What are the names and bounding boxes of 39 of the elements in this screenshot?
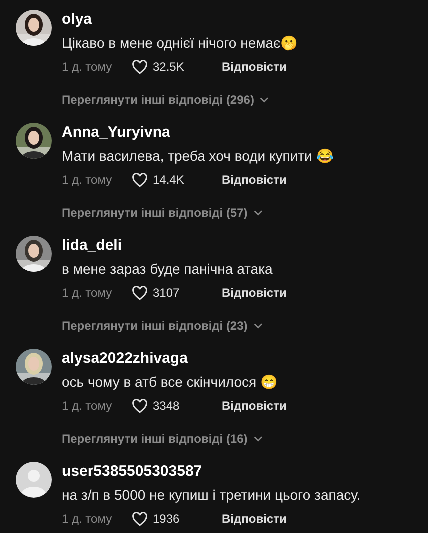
view-replies-link[interactable]: Переглянути інші відповіді (23): [62, 318, 248, 334]
heart-icon[interactable]: [132, 286, 148, 300]
reply-button[interactable]: Відповісти: [222, 172, 287, 188]
heart-icon[interactable]: [132, 172, 148, 188]
comment-text: на з/п в 5000 не купиш і третини цього запасу.: [62, 486, 361, 504]
like-count: 1936: [153, 511, 181, 527]
view-replies-link[interactable]: Переглянути інші відповіді (57): [62, 205, 248, 221]
comment-text: ось чому в атб все скінчилося 😁: [62, 373, 278, 391]
comment-text: в мене зараз буде панічна атака: [62, 260, 274, 278]
comment-time: 1 д. тому: [62, 59, 114, 75]
heart-icon[interactable]: [132, 512, 148, 526]
reply-button[interactable]: Відповісти: [222, 285, 287, 301]
like-count: 3107: [153, 285, 181, 301]
reply-button[interactable]: Відповісти: [222, 511, 287, 527]
view-replies-link[interactable]: Переглянути інші відповіді (16): [62, 431, 248, 447]
username[interactable]: alysa2022zhivaga: [62, 350, 287, 368]
comment-time: 1 д. тому: [62, 285, 114, 301]
username[interactable]: Anna_Yuryivna: [62, 124, 334, 142]
chevron-down-icon[interactable]: [254, 436, 263, 442]
comment-time: 1 д. тому: [62, 172, 114, 188]
like-count: 14.4K: [153, 172, 186, 188]
view-replies-link[interactable]: Переглянути інші відповіді (296): [62, 92, 254, 108]
chevron-down-icon[interactable]: [260, 97, 270, 103]
reply-button[interactable]: Відповісти: [222, 398, 287, 414]
chevron-down-icon[interactable]: [254, 210, 263, 216]
like-count: 32.5K: [153, 59, 186, 75]
comment-time: 1 д. тому: [62, 511, 114, 527]
username[interactable]: lida_deli: [62, 237, 287, 255]
heart-icon[interactable]: [132, 60, 148, 74]
comment-text: Цікаво в мене однієї нічого немає🫢: [62, 34, 298, 52]
username[interactable]: olya: [62, 11, 298, 29]
comment-text: Мати василева, треба хоч води купити 😂: [62, 147, 334, 165]
username[interactable]: user5385505303587: [62, 463, 361, 481]
reply-button[interactable]: Відповісти: [222, 59, 287, 75]
heart-icon[interactable]: [132, 398, 148, 414]
like-count: 3348: [153, 398, 181, 414]
chevron-down-icon[interactable]: [254, 323, 263, 329]
default-avatar-icon: [16, 462, 52, 498]
comment-time: 1 д. тому: [62, 398, 114, 414]
